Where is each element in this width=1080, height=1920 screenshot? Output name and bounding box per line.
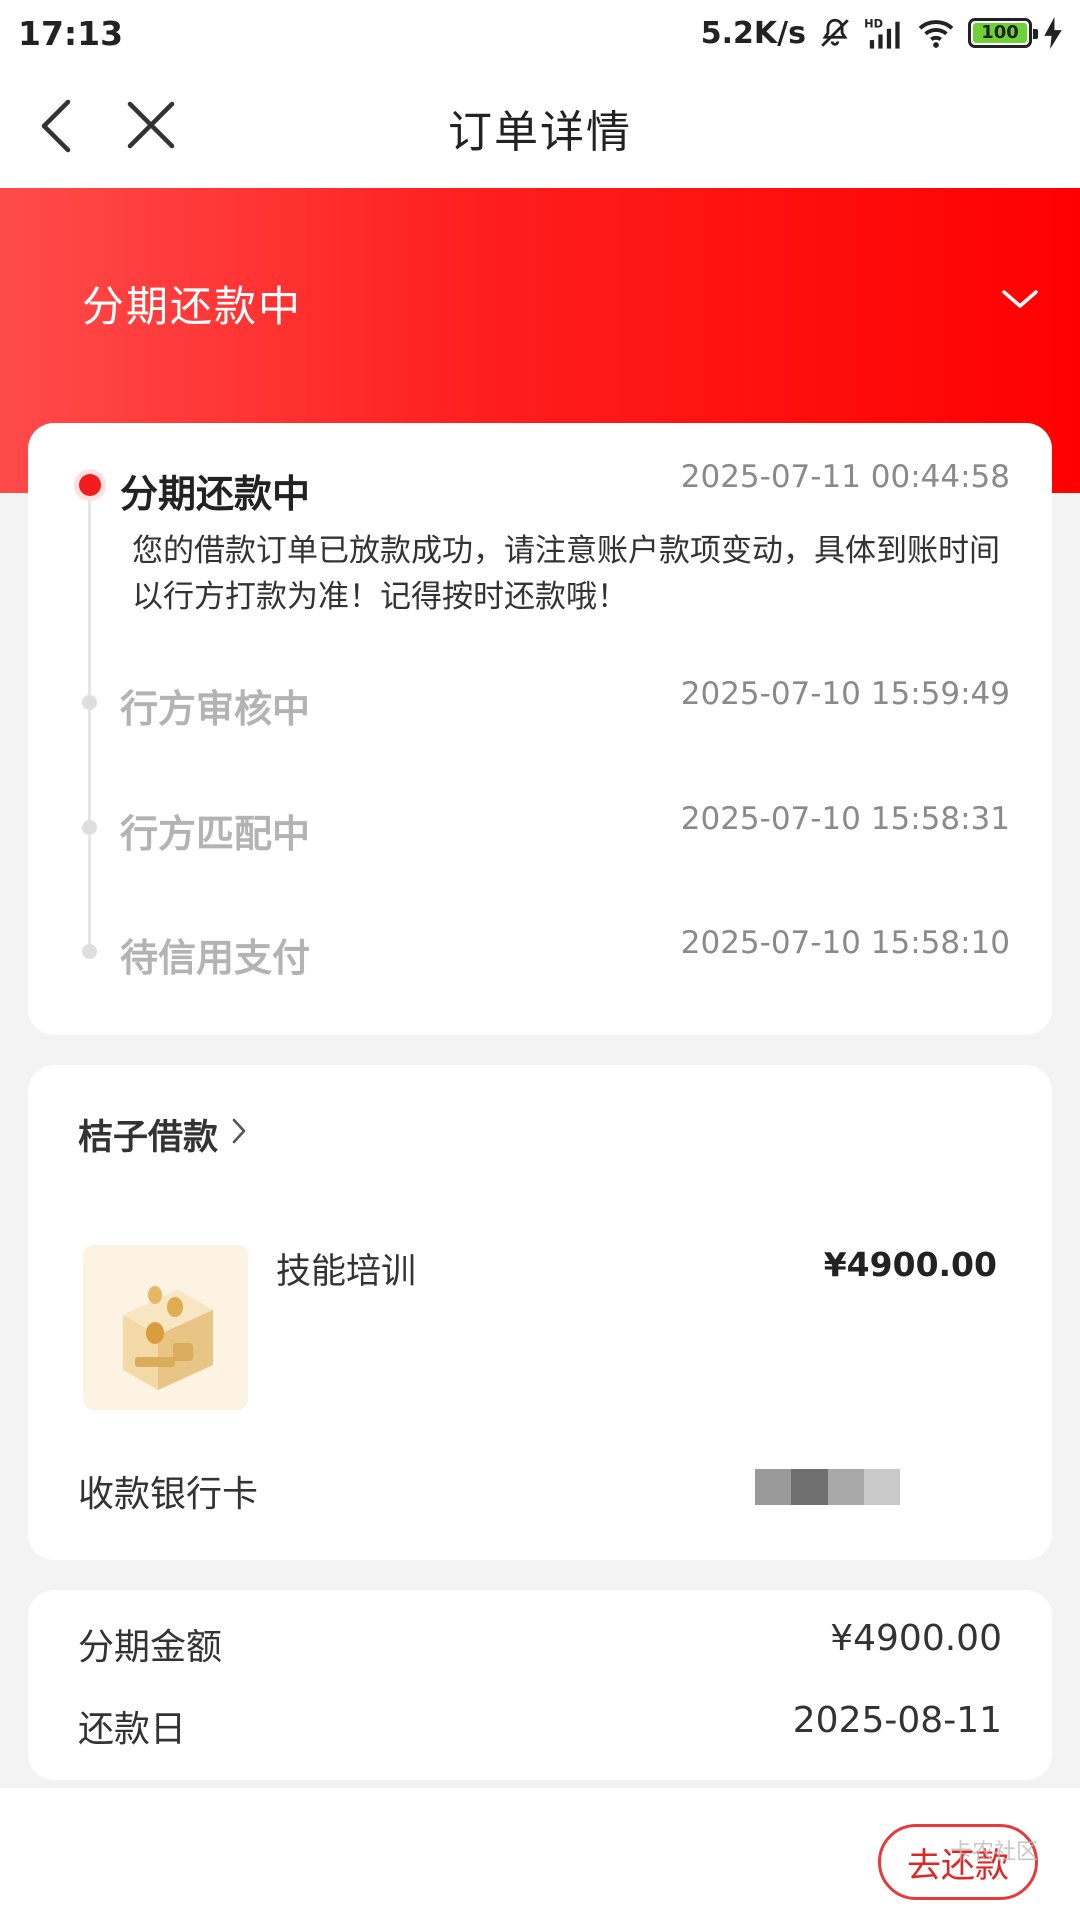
product-card: 桔子借款 技能培训 ¥4900.00 收款银行卡 bbox=[28, 1065, 1052, 1560]
installment-amount-label: 分期金额 bbox=[78, 1627, 223, 1668]
status-bar: 17:13 5.2K/s HD 100 bbox=[0, 0, 1080, 66]
timeline-dot bbox=[82, 944, 97, 959]
page-title: 订单详情 bbox=[448, 107, 632, 158]
chevron-down-icon[interactable] bbox=[1000, 286, 1040, 314]
merchant-link[interactable]: 桔子借款 bbox=[78, 1109, 248, 1160]
merchant-name: 桔子借款 bbox=[78, 1118, 219, 1158]
bell-off-icon bbox=[818, 16, 852, 50]
due-date-row: 还款日 2025-08-11 bbox=[78, 1700, 1002, 1752]
hd-signal-icon: HD bbox=[864, 16, 904, 50]
timeline-dot bbox=[82, 820, 97, 835]
timeline-time: 2025-07-10 15:58:31 bbox=[680, 801, 1010, 837]
chevron-right-icon bbox=[230, 1115, 248, 1155]
bank-card-label: 收款银行卡 bbox=[78, 1474, 259, 1515]
timeline-time: 2025-07-10 15:59:49 bbox=[680, 676, 1010, 712]
product-name: 技能培训 bbox=[276, 1252, 417, 1292]
due-date-value: 2025-08-11 bbox=[792, 1700, 1002, 1741]
network-speed: 5.2K/s bbox=[700, 15, 806, 51]
timeline-dot-active bbox=[74, 469, 106, 501]
timeline-time: 2025-07-10 15:58:10 bbox=[680, 925, 1010, 961]
due-date-label: 还款日 bbox=[78, 1709, 187, 1750]
timeline-description: 您的借款订单已放款成功，请注意账户款项变动，具体到账时间以行方打款为准！记得按时… bbox=[132, 533, 1000, 615]
wifi-icon bbox=[916, 17, 956, 49]
timeline-title: 行方审核中 bbox=[120, 687, 311, 731]
status-time: 17:13 bbox=[18, 13, 124, 53]
bank-card-number-masked bbox=[755, 1469, 900, 1505]
installment-amount-value: ¥4900.00 bbox=[830, 1618, 1002, 1659]
product-price: ¥4900.00 bbox=[823, 1245, 997, 1284]
installment-summary-card: 分期金额 ¥4900.00 还款日 2025-08-11 bbox=[28, 1590, 1052, 1780]
timeline-time: 2025-07-11 00:44:58 bbox=[680, 459, 1010, 495]
charging-icon bbox=[1044, 17, 1062, 49]
order-status-title: 分期还款中 bbox=[82, 282, 303, 331]
svg-text:HD: HD bbox=[864, 16, 883, 30]
timeline-title: 行方匹配中 bbox=[120, 812, 311, 856]
product-thumbnail bbox=[83, 1245, 248, 1410]
timeline-dot bbox=[82, 695, 97, 710]
status-timeline-card: 分期还款中 2025-07-11 00:44:58 您的借款订单已放款成功，请注… bbox=[28, 423, 1052, 1035]
battery-icon: 100 bbox=[968, 18, 1038, 48]
status-icons: 5.2K/s HD 100 bbox=[701, 16, 1062, 51]
timeline-title: 待信用支付 bbox=[120, 936, 311, 980]
watermark: 卡农社区 bbox=[949, 1840, 1038, 1865]
timeline-line bbox=[88, 488, 91, 958]
bottom-action-bar: 去还款 卡农社区 bbox=[0, 1788, 1080, 1920]
timeline-title: 分期还款中 bbox=[120, 472, 311, 516]
navigation-bar: 订单详情 bbox=[0, 66, 1080, 188]
installment-amount-row: 分期金额 ¥4900.00 bbox=[78, 1618, 1002, 1670]
